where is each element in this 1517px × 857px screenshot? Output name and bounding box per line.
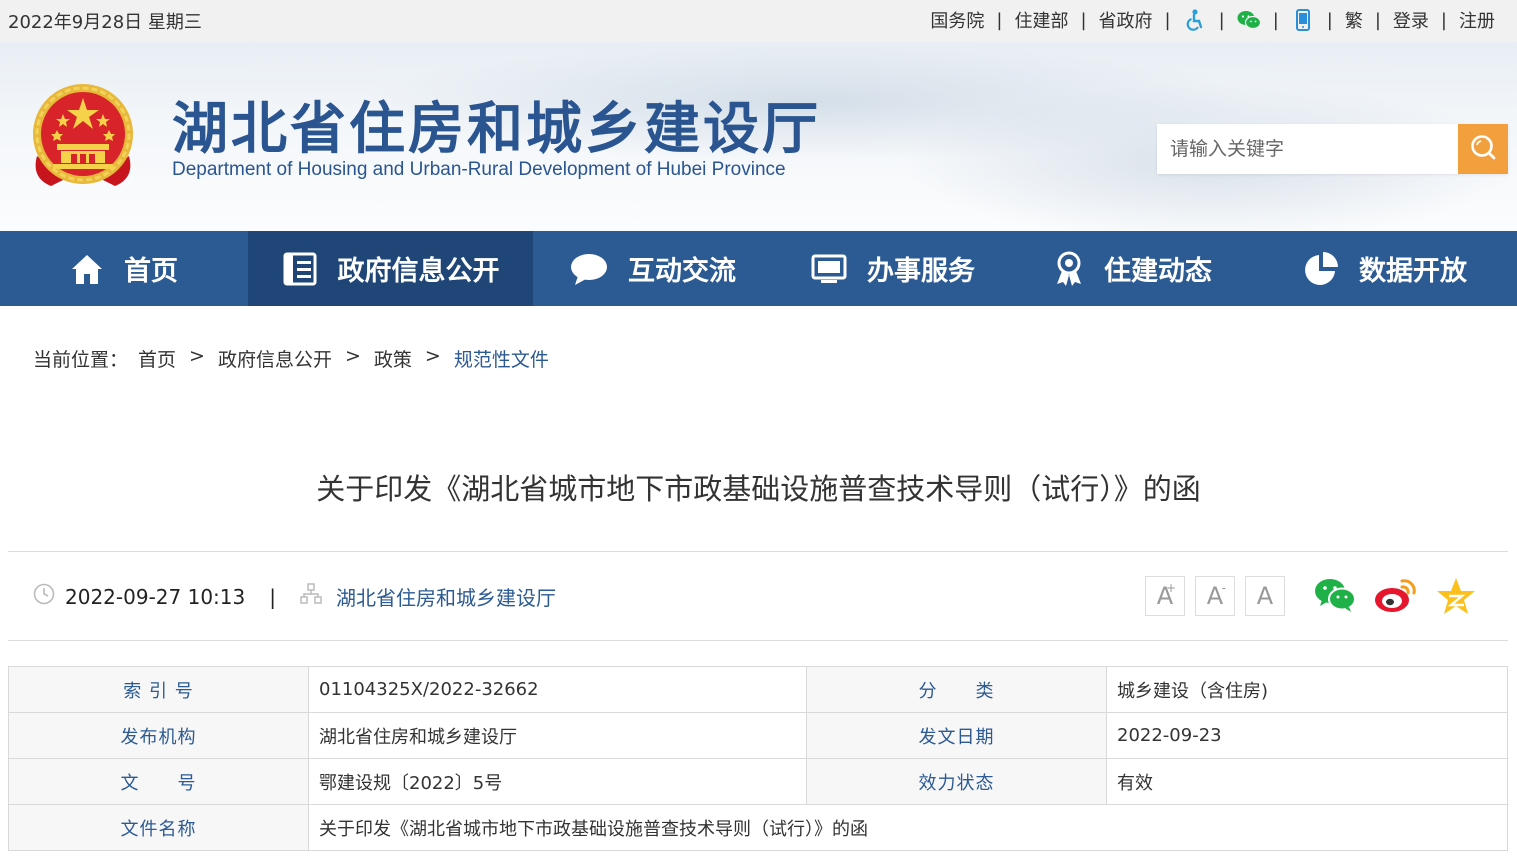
mobile-icon[interactable] [1291,9,1315,31]
current-date: 2022年9月28日 星期三 [8,12,202,33]
value-issuer: 湖北省住房和城乡建设厅 [308,712,807,759]
link-provincial-gov[interactable]: 省政府 [1099,7,1153,33]
nav-label: 住建动态 [1104,256,1212,287]
award-ribbon-icon [1054,251,1084,287]
site-subtitle: Department of Housing and Urban-Rural De… [172,159,786,180]
nav-item-interaction[interactable]: 互动交流 [533,231,773,306]
breadcrumb-prefix: 当前位置： [33,349,129,371]
publish-datetime: 2022-09-27 10:13 [65,584,246,609]
label-doc-number: 文 号 [8,758,309,805]
value-validity: 有效 [1106,758,1508,805]
breadcrumb-separator: > [189,345,205,367]
document-icon [282,251,318,287]
divider: | [996,9,1003,31]
share-buttons [1314,577,1476,619]
font-size-controls: A + A- A [1145,576,1295,616]
font-increase-button[interactable]: A + [1145,576,1185,616]
value-index-number: 01104325X/2022-32662 [308,666,807,713]
pie-chart-icon [1303,251,1339,287]
org-chart-icon [300,583,322,610]
accessibility-icon[interactable] [1183,9,1207,31]
document-info-table: 索 引 号 01104325X/2022-32662 分 类 城乡建设（含住房)… [8,666,1508,851]
top-bar: 2022年9月28日 星期三 国务院 | 住建部 | 省政府 | | | | 繁… [0,0,1517,42]
nav-label: 办事服务 [867,256,975,287]
article-meta: 2022-09-27 10:13 | 湖北省住房和城乡建设厅 [33,582,556,611]
nav-label: 互动交流 [628,256,736,287]
top-links: 国务院 | 住建部 | 省政府 | | | | 繁 | 登录 | 注册 [930,7,1495,33]
table-row: 发布机构 湖北省住房和城乡建设厅 发文日期 2022-09-23 [8,712,1508,759]
divider: | [1218,9,1225,31]
nav-label: 数据开放 [1359,256,1467,287]
breadcrumb-item-gov-info[interactable]: 政府信息公开 [218,345,332,372]
font-decrease-button[interactable]: A- [1195,576,1235,616]
font-button-mark: + [1165,581,1176,595]
font-reset-button[interactable]: A [1245,576,1285,616]
national-emblem-logo[interactable] [27,78,139,194]
nav-item-open-data[interactable]: 数据开放 [1253,231,1517,306]
share-qzone-icon[interactable] [1436,577,1476,619]
monitor-icon [811,254,847,284]
nav-label: 政府信息公开 [337,256,500,287]
divider: | [1164,9,1171,31]
nav-label: 首页 [124,256,178,287]
publisher-name[interactable]: 湖北省住房和城乡建设厅 [336,582,556,611]
share-wechat-icon[interactable] [1314,577,1356,619]
table-row: 文 号 鄂建设规〔2022〕5号 效力状态 有效 [8,758,1508,805]
nav-item-home[interactable]: 首页 [0,231,248,306]
divider: | [1272,9,1279,31]
font-button-mark: - [1221,581,1226,595]
divider: | [1326,9,1333,31]
table-row: 索 引 号 01104325X/2022-32662 分 类 城乡建设（含住房) [8,666,1508,713]
nav-item-news[interactable]: 住建动态 [1013,231,1253,306]
wechat-icon[interactable] [1237,10,1261,30]
search-icon [1469,133,1497,165]
label-index-number: 索 引 号 [8,666,309,713]
traditional-chinese-link[interactable]: 繁 [1345,7,1363,33]
value-doc-number: 鄂建设规〔2022〕5号 [308,758,807,805]
divider-line [8,640,1508,641]
home-icon [70,252,104,286]
divider: | [1080,9,1087,31]
link-state-council[interactable]: 国务院 [930,7,984,33]
nav-item-services[interactable]: 办事服务 [773,231,1013,306]
share-weibo-icon[interactable] [1374,577,1418,619]
label-issuer: 发布机构 [8,712,309,759]
value-doc-name: 关于印发《湖北省城市地下市政基础设施普查技术导则（试行）》的函 [308,804,1508,851]
search-button[interactable] [1458,124,1508,174]
register-link[interactable]: 注册 [1459,7,1495,33]
clock-icon [33,583,55,610]
value-issue-date: 2022-09-23 [1106,712,1508,759]
site-header: 湖北省住房和城乡建设厅 Department of Housing and Ur… [0,42,1517,231]
label-doc-name: 文件名称 [8,804,309,851]
breadcrumb-item-current[interactable]: 规范性文件 [454,345,549,372]
label-validity: 效力状态 [806,758,1107,805]
divider: | [1440,9,1447,31]
main-nav: 首页 政府信息公开 互动交流 办事服务 住建动态 数据开放 [0,231,1517,306]
font-button-label: A [1256,582,1274,610]
meta-divider: | [269,584,276,609]
divider: | [1374,9,1381,31]
breadcrumb-separator: > [424,345,441,367]
article-title: 关于印发《湖北省城市地下市政基础设施普查技术导则（试行）》的函 [316,472,1201,506]
breadcrumb: 当前位置： 首页 > 政府信息公开 > 政策 > 规范性文件 [33,345,549,372]
value-category: 城乡建设（含住房) [1106,666,1508,713]
chat-bubble-icon [570,252,608,286]
link-mohurd[interactable]: 住建部 [1014,7,1068,33]
breadcrumb-item-policy[interactable]: 政策 [374,345,412,372]
login-link[interactable]: 登录 [1393,7,1429,33]
table-row: 文件名称 关于印发《湖北省城市地下市政基础设施普查技术导则（试行）》的函 [8,804,1508,851]
site-title: 湖北省住房和城乡建设厅 [172,96,821,162]
search-input[interactable] [1157,124,1457,174]
nav-item-gov-info[interactable]: 政府信息公开 [248,231,533,306]
breadcrumb-item-home[interactable]: 首页 [138,345,176,372]
label-category: 分 类 [806,666,1107,713]
divider-line [8,551,1508,552]
label-issue-date: 发文日期 [806,712,1107,759]
breadcrumb-separator: > [344,345,361,367]
search-box [1157,124,1508,174]
